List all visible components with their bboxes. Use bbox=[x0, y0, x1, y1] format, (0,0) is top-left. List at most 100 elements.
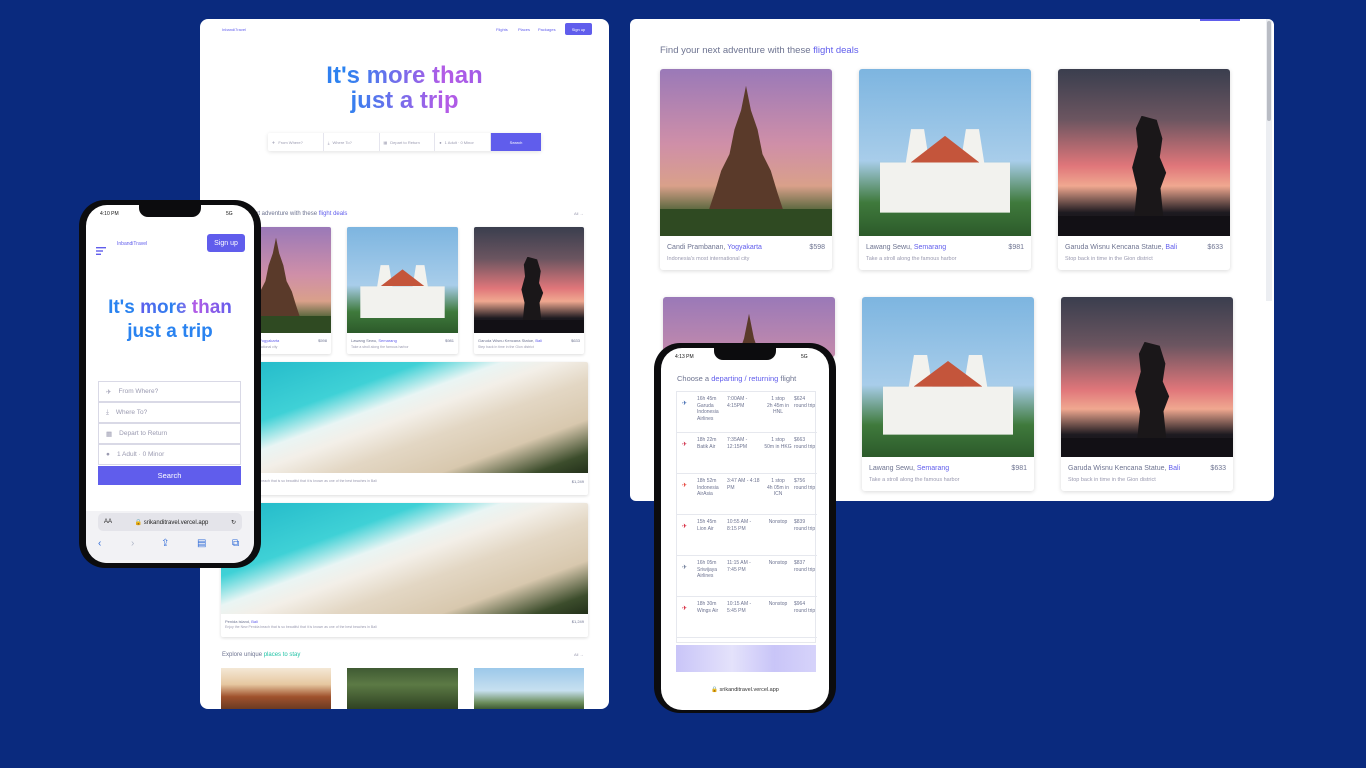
deal-desc: Step back in time in the Gion district bbox=[478, 345, 534, 349]
flight-times: 10:55 AM - 8:15 PM bbox=[727, 519, 752, 532]
from-field[interactable]: ✈ From Where? bbox=[268, 133, 324, 151]
airline-name: Sriwijaya Airlines bbox=[697, 566, 718, 580]
url-text: 🔒 srikanditravel.vercel.app bbox=[134, 519, 209, 526]
signup-button[interactable]: Sign up bbox=[207, 234, 245, 252]
flight-row[interactable]: ✈ 18h 30m Wings Air 10:15 AM - 5:45 PM Nonst… bbox=[677, 597, 817, 638]
hero-title: It's more than just a trip bbox=[86, 296, 254, 344]
deal-price: $981 bbox=[445, 338, 454, 343]
to-field[interactable]: ⤓ Where To? bbox=[324, 133, 380, 151]
deal-price: $1,249 bbox=[571, 479, 584, 484]
deal-name: Garuda Wisnu Kencana Statue, Bali bbox=[1068, 465, 1181, 472]
calendar-icon: ▦ bbox=[106, 430, 113, 438]
deal-image-statue bbox=[1061, 297, 1233, 457]
deal-price: $1,249 bbox=[571, 619, 584, 624]
plane-takeoff-icon: ✈ bbox=[106, 388, 112, 396]
deal-price: $633 bbox=[1207, 244, 1223, 251]
deal-card[interactable]: Lawang Sewu, Semarang $981 Take a stroll … bbox=[862, 297, 1034, 491]
status-time: 4:10 PM bbox=[100, 211, 119, 217]
deal-card[interactable]: Garuda Wisnu Kencana Statue, Bali $633 St… bbox=[1058, 69, 1230, 270]
flight-times: 3:47 AM - 4:18 PM bbox=[727, 478, 760, 491]
deal-name: Lawang Sewu, Semarang bbox=[866, 244, 947, 251]
wide-deal-card[interactable]: Enjoy the New Penida beach that is so be… bbox=[221, 362, 588, 495]
deals-section-title: Find your next adventure with these flig… bbox=[660, 45, 859, 56]
status-time: 4:13 PM bbox=[675, 354, 694, 360]
forward-icon[interactable]: › bbox=[131, 538, 134, 549]
deal-name: Garuda Wisnu Kencana Statue, Bali bbox=[478, 338, 543, 343]
trip-type: round trip bbox=[794, 402, 816, 409]
deals-all-link[interactable]: All → bbox=[574, 211, 584, 216]
passenger-field[interactable]: ● 1 Adult · 0 Minor bbox=[98, 444, 241, 465]
search-button[interactable]: Search bbox=[491, 133, 541, 151]
date-field[interactable]: ▦ Depart to Return bbox=[380, 133, 436, 151]
wide-deal-card[interactable]: Penida island, Bali $1,249 Enjoy the New … bbox=[221, 503, 588, 637]
deal-name: Garuda Wisnu Kencana Statue, Bali bbox=[1065, 244, 1178, 251]
date-field[interactable]: ▦ Depart to Return bbox=[98, 423, 241, 444]
hero-line-2: just a trip bbox=[200, 88, 609, 113]
text-size-button[interactable]: AA bbox=[104, 519, 112, 525]
airline-name: Garuda Indonesia Airlines bbox=[697, 402, 719, 422]
search-button[interactable]: Search bbox=[98, 466, 241, 485]
menu-icon[interactable] bbox=[96, 242, 106, 260]
airline-logo-icon: ✈ bbox=[682, 401, 688, 407]
hero-line-2: just a trip bbox=[127, 321, 213, 342]
deal-card[interactable]: Lawang Sewu, Semarang $981 Take a stroll … bbox=[859, 69, 1031, 270]
flight-row[interactable]: ✈ 15h 45m Lion Air 10:55 AM - 8:15 PM Nonsto… bbox=[677, 515, 817, 556]
deal-name: Candi Prambanan, Yogyakarta bbox=[667, 244, 762, 251]
passenger-field[interactable]: ● 1 Adult · 0 Minor bbox=[435, 133, 491, 151]
nav-packages[interactable]: Packages bbox=[538, 27, 556, 32]
explore-section-title: Explore unique places to stay bbox=[222, 652, 301, 658]
choose-flight-title: Choose a departing / returning flight bbox=[677, 374, 797, 383]
phone-mockup-home: 4:10 PM 5G InbandiTravel Sign up It's mo… bbox=[79, 200, 261, 568]
back-icon[interactable]: ‹ bbox=[98, 538, 101, 549]
scrollbar[interactable] bbox=[1266, 19, 1272, 301]
stay-image-coast[interactable] bbox=[474, 668, 584, 709]
deal-desc: Stop back in time in the Gion district bbox=[1068, 477, 1156, 483]
flight-list: ✈ 16h 45m Garuda Indonesia Airlines 7:00AM … bbox=[676, 391, 817, 643]
deal-card[interactable]: Garuda Wisnu Kencana Statue, Bali $633 St… bbox=[474, 227, 584, 354]
stay-image-palms[interactable] bbox=[347, 668, 458, 709]
site-logo[interactable]: Inbandi7ravel bbox=[222, 27, 246, 32]
header-button-edge bbox=[1200, 19, 1240, 21]
hero-line-1: It's more than bbox=[200, 63, 609, 88]
flight-row[interactable]: ✈ 18h 22m Batik Air 7:35AM - 12:15PM 1 stop 5… bbox=[677, 433, 817, 474]
hero-title: It's more than just a trip bbox=[200, 63, 609, 113]
to-field[interactable]: ⤓ Where To? bbox=[98, 402, 241, 423]
flight-stops: Nonstop bbox=[768, 601, 788, 607]
deal-card[interactable]: Garuda Wisnu Kencana Statue, Bali $633 St… bbox=[1061, 297, 1233, 491]
from-field[interactable]: ✈ From Where? bbox=[98, 381, 241, 402]
trip-type: round trip bbox=[794, 484, 816, 491]
plane-landing-icon: ⤓ bbox=[327, 139, 330, 145]
signup-button[interactable]: Sign up bbox=[565, 23, 592, 35]
deal-image-church bbox=[347, 227, 458, 333]
flight-times: 7:35AM - 12:15PM bbox=[727, 437, 748, 450]
bookmarks-icon[interactable]: ▤ bbox=[197, 538, 206, 549]
airline-logo-icon: ✈ bbox=[682, 442, 688, 448]
reload-icon[interactable]: ↻ bbox=[231, 519, 236, 526]
address-bar[interactable]: 🔒 srikanditravel.vercel.app bbox=[661, 687, 829, 693]
trip-type: round trip bbox=[794, 607, 816, 614]
deal-image-beach bbox=[221, 503, 588, 614]
explore-all-link[interactable]: All → bbox=[574, 652, 584, 657]
deal-price: $981 bbox=[1008, 244, 1024, 251]
stay-image-resort[interactable] bbox=[221, 668, 331, 709]
flight-row[interactable]: ✈ 18h 52m Indonesia AirAsia 3:47 AM - 4:18 … bbox=[677, 474, 817, 515]
share-icon[interactable]: ⇪ bbox=[161, 538, 169, 549]
nav-flights[interactable]: Flights bbox=[496, 27, 508, 32]
flight-times: 7:00AM - 4:15PM bbox=[727, 396, 748, 409]
flight-row[interactable]: ✈ 16h 05m Sriwijaya Airlines 11:15 AM - 7:4… bbox=[677, 556, 817, 597]
site-logo[interactable]: InbandiTravel bbox=[117, 241, 147, 247]
trip-type: round trip bbox=[794, 566, 816, 573]
flight-row[interactable]: ✈ 16h 45m Garuda Indonesia Airlines 7:00AM … bbox=[677, 392, 817, 433]
deal-card[interactable]: Candi Prambanan, Yogyakarta $598 Indonesi… bbox=[660, 69, 832, 270]
phone-screen: 4:10 PM 5G InbandiTravel Sign up It's mo… bbox=[86, 205, 254, 563]
airline-logo-icon: ✈ bbox=[682, 606, 688, 612]
plane-takeoff-icon: ✈ bbox=[272, 139, 276, 145]
deal-name: Lawang Sewu, Semarang bbox=[351, 338, 397, 343]
tabs-icon[interactable]: ⧉ bbox=[232, 538, 239, 549]
address-bar[interactable]: AA 🔒 srikanditravel.vercel.app ↻ bbox=[98, 513, 242, 531]
deal-card[interactable]: Lawang Sewu, Semarang $981 Take a stroll … bbox=[347, 227, 458, 354]
airline-name: Wings Air bbox=[697, 607, 719, 614]
desktop-browser-window: Inbandi7ravel Flights Places Packages Si… bbox=[200, 19, 609, 709]
deal-desc: Stop back in time in the Gion district bbox=[1065, 256, 1153, 262]
nav-places[interactable]: Places bbox=[518, 27, 530, 32]
